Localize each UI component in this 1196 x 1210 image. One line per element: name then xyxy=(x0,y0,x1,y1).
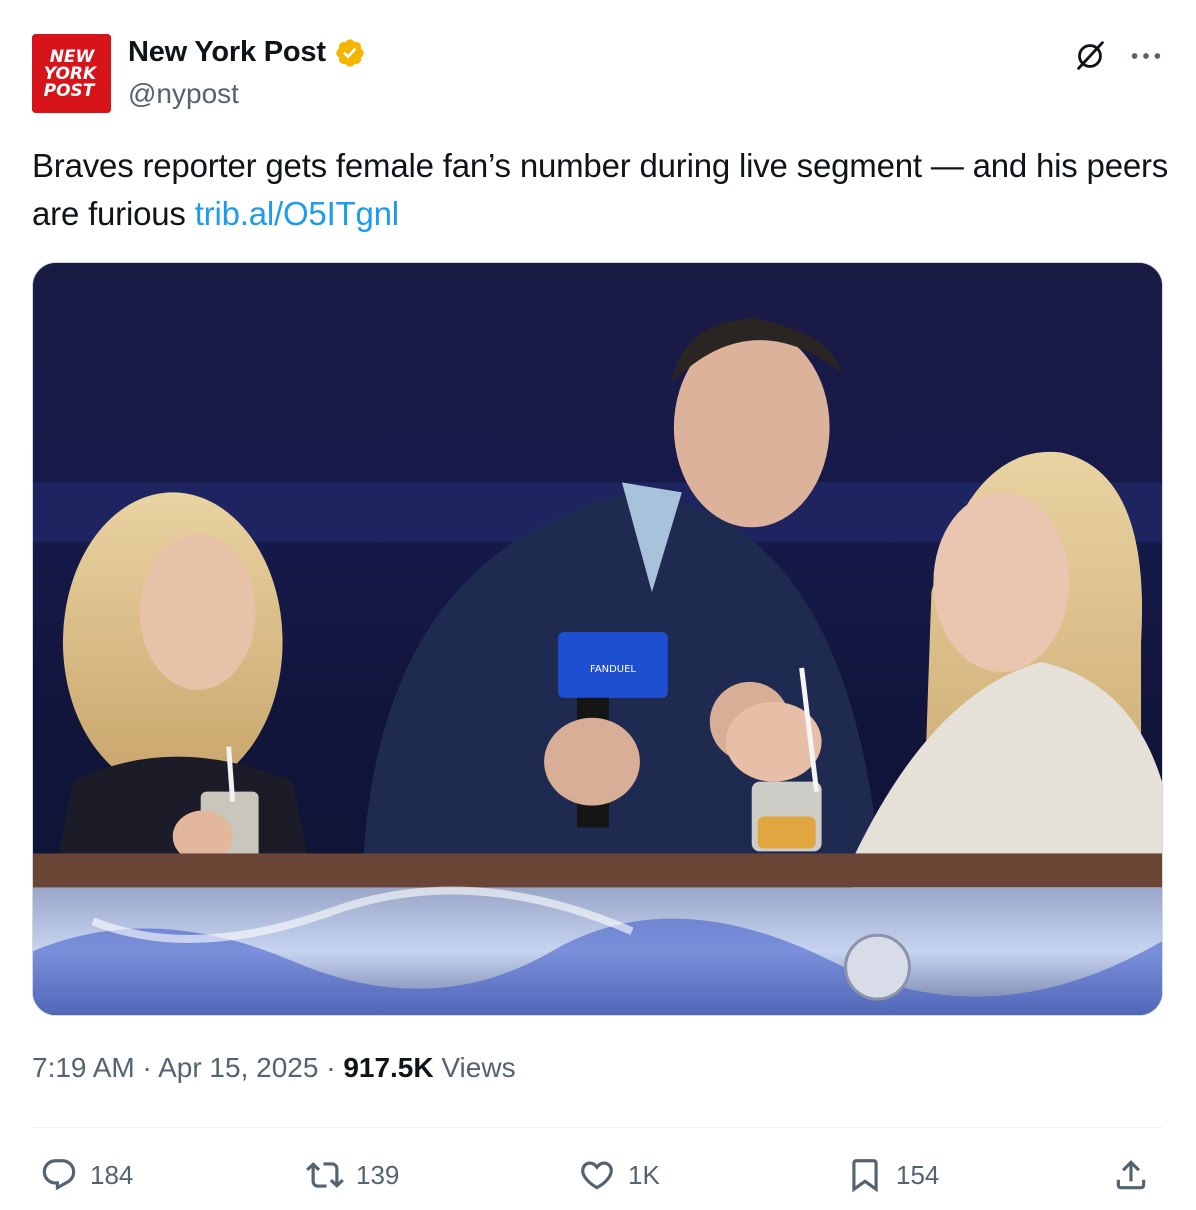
reply-icon xyxy=(42,1159,76,1191)
views-count: 917.5K xyxy=(343,1052,434,1083)
author-name[interactable]: New York Post xyxy=(128,36,366,69)
tweet-text: Braves reporter gets female fan’s number… xyxy=(32,142,1172,238)
repost-icon xyxy=(306,1162,344,1188)
tweet-date[interactable]: Apr 15, 2025 xyxy=(158,1052,318,1083)
repost-button[interactable]: 139 xyxy=(306,1150,399,1200)
tweet-link[interactable]: trib.al/O5ITgnl xyxy=(195,195,399,232)
share-button[interactable] xyxy=(1112,1150,1150,1200)
like-button[interactable]: 1K xyxy=(578,1150,660,1200)
repost-count: 139 xyxy=(356,1159,400,1190)
divider xyxy=(32,1127,1163,1128)
svg-text:FANDUEL: FANDUEL xyxy=(590,664,636,675)
like-count: 1K xyxy=(628,1159,660,1190)
reply-count: 184 xyxy=(90,1159,134,1190)
verified-badge-icon xyxy=(336,38,364,67)
bookmark-button[interactable]: 154 xyxy=(846,1150,939,1200)
meta-separator: · xyxy=(134,1052,159,1083)
grok-icon[interactable] xyxy=(1068,34,1112,78)
bookmark-count: 154 xyxy=(896,1159,940,1190)
tweet-card: NEW YORK POST New York Post @nypost Brav… xyxy=(0,0,1196,1210)
tweet-time[interactable]: 7:19 AM xyxy=(32,1052,135,1083)
author-name-text[interactable]: New York Post xyxy=(128,36,326,69)
views-label: Views xyxy=(433,1052,516,1083)
svg-text:POST: POST xyxy=(44,81,96,101)
author-avatar[interactable]: NEW YORK POST xyxy=(32,34,111,113)
share-icon xyxy=(1116,1160,1146,1190)
tweet-media-image[interactable]: FANDUEL xyxy=(32,262,1163,1016)
reply-button[interactable]: 184 xyxy=(40,1150,133,1200)
meta-separator: · xyxy=(318,1052,344,1083)
author-handle[interactable]: @nypost xyxy=(128,78,239,110)
bookmark-icon xyxy=(852,1159,878,1193)
more-options-icon[interactable] xyxy=(1124,34,1168,78)
tweet-meta: 7:19 AM · Apr 15, 2025 · 917.5K Views xyxy=(32,1052,516,1084)
heart-icon xyxy=(581,1161,613,1190)
